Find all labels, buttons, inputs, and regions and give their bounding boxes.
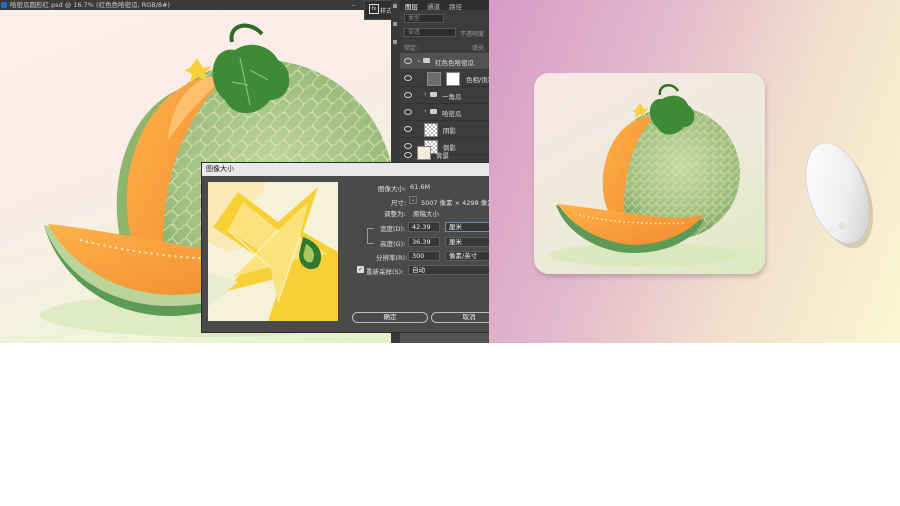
layer-mask-thumbnail	[446, 72, 460, 86]
layer-name: 背景	[436, 152, 449, 160]
star-detail-preview	[208, 182, 338, 321]
mouse-shape	[805, 142, 874, 249]
layer-row[interactable]: › 哈密瓜	[400, 104, 489, 121]
fill-label: 填充	[472, 45, 485, 52]
width-unit-select[interactable]: 厘米	[445, 222, 489, 232]
mousepad	[534, 73, 765, 274]
opacity-label: 不透明度	[460, 31, 485, 38]
expand-arrow-icon[interactable]: ›	[424, 107, 427, 115]
layer-name: 一角瓜	[442, 93, 462, 101]
expand-arrow-icon[interactable]: ⌄	[416, 56, 422, 64]
fit-to-label: 调整为:	[384, 210, 406, 218]
layer-row[interactable]: 背景	[400, 146, 489, 163]
dock-handle-icon[interactable]	[393, 22, 397, 26]
folder-icon	[423, 58, 430, 63]
visibility-eye-icon[interactable]	[404, 152, 412, 158]
cancel-button[interactable]: 取消	[431, 312, 489, 323]
dock-handle-icon[interactable]	[393, 4, 397, 8]
layers-panel: 图层 通道 路径 类型 穿透 不透明度 锁定: 填充 ⌄ 红色色哈密瓜 色相/饱…	[400, 0, 489, 163]
height-unit-select[interactable]: 厘米	[445, 237, 489, 247]
photoshop-workspace: 哈密瓜圆形红.psd @ 16.7% (红色色哈密瓜, RGB/8#) – ×	[0, 0, 489, 343]
resample-label: 重新采样(S):	[366, 268, 404, 276]
visibility-eye-icon[interactable]	[404, 58, 412, 64]
layer-row[interactable]: › 一角瓜	[400, 87, 489, 104]
style-icon: fx	[369, 4, 379, 14]
resolution-input[interactable]: 300	[408, 251, 440, 261]
visibility-eye-icon[interactable]	[404, 109, 412, 115]
width-label: 宽度(D):	[380, 225, 406, 233]
layer-thumbnail	[424, 123, 438, 137]
constrain-proportions-link-icon[interactable]	[367, 228, 374, 244]
mousepad-melon-print	[549, 83, 740, 267]
layer-name: 阴影	[443, 127, 456, 135]
layer-row[interactable]: 阴影	[400, 121, 489, 138]
tab-channels[interactable]: 通道	[427, 1, 440, 11]
adjustment-layer-icon	[427, 72, 441, 86]
photoshop-file-icon	[1, 2, 7, 8]
visibility-eye-icon[interactable]	[404, 126, 412, 132]
layer-kind-filter[interactable]: 类型	[404, 14, 444, 23]
tab-paths[interactable]: 路径	[449, 1, 462, 11]
style-panel-button[interactable]: fx 样式	[364, 0, 394, 20]
height-input[interactable]: 36.39	[408, 237, 440, 247]
image-size-label: 图像大小:	[378, 185, 407, 193]
width-input[interactable]: 42.39	[408, 222, 440, 232]
folder-icon	[430, 92, 437, 97]
resolution-label: 分辨率(R):	[376, 254, 408, 262]
computer-mouse	[802, 136, 874, 252]
layers-panel-tabs: 图层 通道 路径	[400, 0, 489, 11]
background-thumbnail	[417, 146, 431, 160]
dimensions-label: 尺寸:	[391, 199, 407, 207]
document-title: 哈密瓜圆形红.psd @ 16.7% (红色色哈密瓜, RGB/8#)	[10, 1, 171, 9]
mousepad-mockup	[489, 0, 900, 343]
resample-checkbox[interactable]: ✓	[357, 266, 364, 273]
tab-layers[interactable]: 图层	[405, 1, 418, 11]
layer-name: 红色色哈密瓜	[435, 59, 474, 67]
layer-name: 色相/饱和	[466, 76, 489, 84]
layer-name: 哈密瓜	[442, 110, 462, 118]
resample-method-select[interactable]: 自动	[408, 265, 489, 275]
chevron-down-icon[interactable]: ⌄	[409, 196, 417, 204]
expand-arrow-icon[interactable]: ›	[424, 90, 427, 98]
blend-mode-select[interactable]: 穿透	[404, 28, 456, 37]
dimensions-value: 5007 像素 × 4298 像素	[421, 199, 489, 207]
fit-to-select[interactable]: 原稿大小	[413, 208, 439, 218]
visibility-eye-icon[interactable]	[404, 92, 412, 98]
apple-logo-icon	[838, 222, 846, 230]
folder-icon	[430, 109, 437, 114]
layer-row[interactable]: 色相/饱和	[400, 70, 489, 87]
dialog-title-bar[interactable]: 图像大小	[202, 163, 489, 176]
dock-handle-icon[interactable]	[393, 40, 397, 44]
dialog-title: 图像大小	[206, 165, 234, 173]
image-size-dialog: 图像大小 图像大小: 61.6M 尺寸: ⌄ 5007 像素 × 4298 像素…	[201, 162, 489, 333]
ok-button[interactable]: 确定	[352, 312, 428, 323]
minimize-button[interactable]: –	[352, 0, 355, 10]
lock-label: 锁定:	[404, 45, 419, 52]
layer-row[interactable]: ⌄ 红色色哈密瓜	[400, 53, 489, 70]
image-size-value: 61.6M	[410, 183, 431, 191]
resolution-unit-select[interactable]: 像素/英寸	[445, 251, 489, 261]
visibility-eye-icon[interactable]	[404, 75, 412, 81]
document-tab[interactable]: 哈密瓜圆形红.psd @ 16.7% (红色色哈密瓜, RGB/8#) – ×	[0, 0, 400, 10]
height-label: 高度(G):	[380, 240, 406, 248]
image-preview[interactable]	[208, 182, 338, 321]
